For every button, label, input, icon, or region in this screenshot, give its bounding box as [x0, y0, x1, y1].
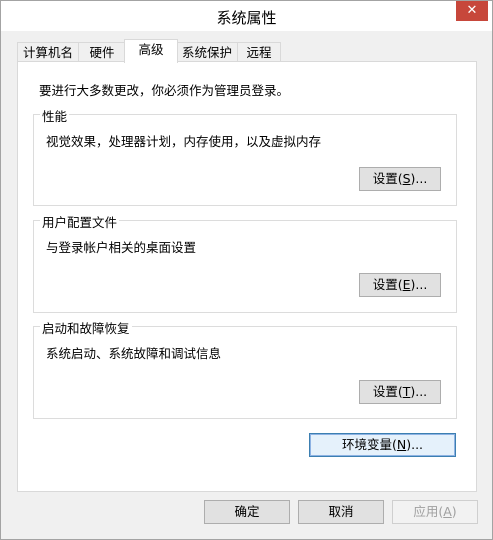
accelerator-key: E [402, 277, 411, 292]
advanced-tab-panel: 要进行大多数更改，你必须作为管理员登录。 性能 视觉效果，处理器计划，内存使用，… [17, 61, 477, 492]
accelerator-key: N [396, 437, 407, 452]
tab-computer-name[interactable]: 计算机名 [17, 42, 79, 62]
admin-notice: 要进行大多数更改，你必须作为管理员登录。 [39, 83, 290, 98]
startup-recovery-settings-button[interactable]: 设置(T)... [359, 380, 441, 404]
user-profiles-title: 用户配置文件 [40, 212, 120, 231]
user-profiles-settings-button[interactable]: 设置(E)... [359, 273, 441, 297]
button-text: )... [410, 384, 428, 399]
accelerator-key: A [443, 504, 452, 519]
accelerator-key: S [402, 171, 411, 186]
ok-button[interactable]: 确定 [204, 500, 290, 524]
tab-advanced[interactable]: 高级 [124, 39, 178, 63]
tab-hardware[interactable]: 硬件 [78, 42, 126, 62]
cancel-button[interactable]: 取消 [298, 500, 384, 524]
button-text: )... [406, 437, 424, 452]
button-text: 设置( [372, 277, 403, 292]
button-text: 应用( [413, 504, 444, 519]
startup-recovery-title: 启动和故障恢复 [40, 318, 132, 337]
apply-button[interactable]: 应用(A) [392, 500, 478, 524]
button-text: )... [410, 277, 428, 292]
button-text: )... [410, 171, 428, 186]
button-text: ) [451, 504, 457, 519]
performance-title: 性能 [40, 106, 70, 125]
tab-system-protection[interactable]: 系统保护 [176, 42, 238, 62]
startup-recovery-group: 启动和故障恢复 系统启动、系统故障和调试信息 设置(T)... [33, 318, 457, 419]
system-properties-window: 系统属性 ✕ 计算机名 硬件 高级 系统保护 远程 要进行大多数更改，你必须作为… [0, 0, 493, 540]
close-button[interactable]: ✕ [456, 1, 488, 21]
performance-description: 视觉效果，处理器计划，内存使用，以及虚拟内存 [46, 134, 322, 149]
performance-group: 性能 视觉效果，处理器计划，内存使用，以及虚拟内存 设置(S)... [33, 106, 457, 206]
user-profiles-group: 用户配置文件 与登录帐户相关的桌面设置 设置(E)... [33, 212, 457, 313]
tab-remote[interactable]: 远程 [237, 42, 281, 62]
user-profiles-description: 与登录帐户相关的桌面设置 [46, 240, 197, 255]
startup-recovery-description: 系统启动、系统故障和调试信息 [46, 346, 222, 361]
button-text: 设置( [372, 384, 403, 399]
performance-settings-button[interactable]: 设置(S)... [359, 167, 441, 191]
button-text: 设置( [372, 171, 403, 186]
environment-variables-button[interactable]: 环境变量(N)... [309, 433, 456, 457]
title-bar[interactable]: 系统属性 ✕ [1, 1, 492, 31]
button-text: 环境变量( [341, 437, 397, 452]
close-icon: ✕ [466, 3, 478, 18]
window-title: 系统属性 [216, 9, 277, 27]
